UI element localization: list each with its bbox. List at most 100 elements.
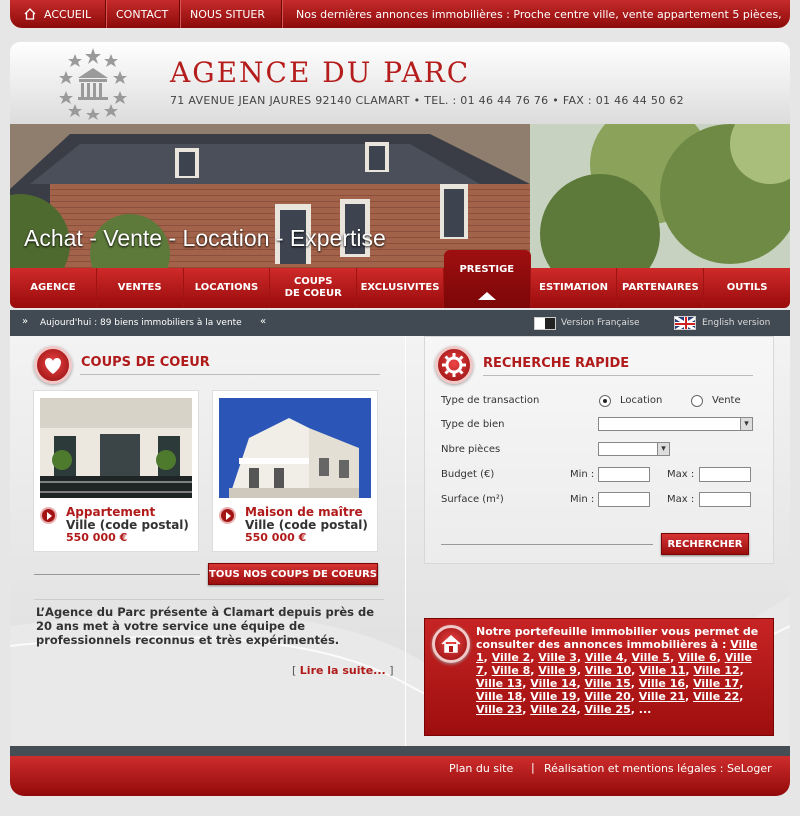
nav-contact-label: CONTACT	[116, 7, 169, 21]
city-link[interactable]: Ville 23	[476, 703, 522, 716]
french-flag-icon[interactable]	[534, 317, 556, 330]
footer: Plan du site | Réalisation et mentions l…	[10, 756, 790, 796]
property-type[interactable]: Appartement	[66, 505, 155, 519]
nav-prestige[interactable]: PRESTIGE	[443, 250, 531, 308]
property-city: Ville (code postal)	[245, 518, 368, 532]
budget-min-input[interactable]	[598, 467, 650, 482]
sitemap-link[interactable]: Plan du site	[449, 762, 513, 775]
hero-banner: Achat - Vente - Location - Expertise	[10, 124, 790, 269]
nav-estimation[interactable]: ESTIMATION	[531, 268, 618, 308]
city-link[interactable]: Ville 24	[530, 703, 576, 716]
property-card[interactable]: Appartement Ville (code postal) 550 000 …	[33, 390, 199, 552]
bien-label: Type de bien	[441, 419, 505, 430]
nav-partenaires[interactable]: PARTENAIRES	[617, 268, 705, 308]
city-link[interactable]: Ville 5	[632, 651, 671, 664]
lang-french-link[interactable]: Version Française	[561, 318, 640, 328]
arrow-right-icon[interactable]	[219, 507, 236, 524]
portfolio-intro: Notre portefeuille immobilier vous perme…	[476, 625, 759, 651]
surface-min-label: Min :	[570, 494, 595, 505]
nav-locations[interactable]: LOCATIONS	[184, 268, 271, 308]
property-type[interactable]: Maison de maître	[245, 505, 363, 519]
city-link[interactable]: Ville 18	[476, 690, 522, 703]
property-card[interactable]: Maison de maître Ville (code postal) 550…	[212, 390, 378, 552]
city-link[interactable]: Ville 17	[693, 677, 739, 690]
property-photo[interactable]	[40, 398, 192, 498]
surface-min-input[interactable]	[598, 492, 650, 507]
brand-title[interactable]: AGENCE DU PARC	[170, 56, 470, 89]
coups-de-coeur-section: COUPS DE COEUR Appartement Ville (code p…	[10, 336, 406, 746]
city-link[interactable]: Ville 2	[492, 651, 531, 664]
read-more-link[interactable]: [ Lire la suite... ]	[292, 664, 394, 677]
double-chevron-left-icon[interactable]: «	[260, 316, 266, 327]
city-link[interactable]: Ville 10	[585, 664, 631, 677]
city-link[interactable]: Ville 4	[585, 651, 624, 664]
listings-count-text: Aujourd'hui : 89 biens immobiliers à la …	[40, 318, 242, 328]
city-link[interactable]: Ville 19	[530, 690, 576, 703]
all-coups-button[interactable]: TOUS NOS COUPS DE COEURS	[208, 563, 378, 585]
nav-home[interactable]: ACCUEIL	[10, 0, 106, 28]
city-link[interactable]: Ville 13	[476, 677, 522, 690]
nav-estimation-label: ESTIMATION	[539, 282, 609, 293]
search-button[interactable]: RECHERCHER	[661, 533, 749, 555]
nav-partenaires-label: PARTENAIRES	[622, 282, 699, 293]
city-link[interactable]: Ville 14	[530, 677, 576, 690]
radio-vente-label[interactable]: Vente	[712, 395, 741, 406]
city-link[interactable]: Ville 3	[538, 651, 577, 664]
city-link[interactable]: Ville 11	[639, 664, 685, 677]
nav-outils[interactable]: OUTILS	[704, 268, 790, 308]
city-link[interactable]: Ville 21	[639, 690, 685, 703]
city-link[interactable]: Ville 20	[585, 690, 631, 703]
nav-contact[interactable]: CONTACT	[106, 0, 180, 28]
radio-location-label[interactable]: Location	[620, 395, 662, 406]
footer-divider	[10, 746, 790, 756]
legal-link[interactable]: Réalisation et mentions légales : SeLoge…	[544, 762, 772, 775]
budget-max-input[interactable]	[699, 467, 751, 482]
logo-emblem-icon[interactable]	[58, 46, 128, 120]
house-icon	[432, 625, 470, 663]
main-navigation: AGENCE VENTES LOCATIONS COUPS DE COEUR E…	[10, 250, 790, 308]
agency-intro-text: L’Agence du Parc présente à Clamart depu…	[36, 605, 375, 647]
property-city: Ville (code postal)	[66, 518, 189, 532]
city-link[interactable]: Ville 15	[585, 677, 631, 690]
city-link[interactable]: Ville 16	[639, 677, 685, 690]
nav-agence[interactable]: AGENCE	[10, 268, 97, 308]
portfolio-box: Notre portefeuille immobilier vous perme…	[424, 618, 774, 736]
heart-icon	[34, 346, 72, 384]
transaction-label: Type de transaction	[441, 395, 540, 406]
nav-ventes[interactable]: VENTES	[97, 268, 184, 308]
radio-vente[interactable]	[691, 395, 703, 407]
city-link[interactable]: Ville 12	[693, 664, 739, 677]
main-content: COUPS DE COEUR Appartement Ville (code p…	[10, 336, 790, 746]
radio-location[interactable]	[599, 395, 611, 407]
surface-max-label: Max :	[667, 494, 695, 505]
bien-select[interactable]	[598, 417, 753, 431]
city-link[interactable]: Ville 6	[678, 651, 717, 664]
city-link[interactable]: Ville 22	[693, 690, 739, 703]
agency-address: 71 AVENUE JEAN JAURES 92140 CLAMART • TE…	[170, 94, 684, 107]
nav-exclusivites-label: EXCLUSIVITES	[360, 282, 440, 293]
nav-exclusivites[interactable]: EXCLUSIVITES	[357, 268, 444, 308]
property-price: 550 000 €	[245, 531, 307, 544]
nav-coups-de-coeur[interactable]: COUPS DE COEUR	[270, 268, 358, 308]
city-ellipsis: ...	[634, 703, 652, 716]
nav-locations-label: LOCATIONS	[194, 282, 259, 293]
property-photo[interactable]	[219, 398, 371, 498]
surface-max-input[interactable]	[699, 492, 751, 507]
arrow-right-icon[interactable]	[40, 507, 57, 524]
nav-locate[interactable]: NOUS SITUER	[180, 0, 282, 28]
budget-min-label: Min :	[570, 469, 595, 480]
coups-title: COUPS DE COEUR	[81, 355, 210, 370]
city-link[interactable]: Ville 9	[538, 664, 577, 677]
news-ticker[interactable]: Nos dernières annonces immobilières : Pr…	[296, 8, 782, 21]
portfolio-text: Notre portefeuille immobilier vous perme…	[476, 625, 766, 716]
city-link[interactable]: Ville 25	[585, 703, 631, 716]
nav-home-label: ACCUEIL	[44, 7, 92, 21]
nav-prestige-label: PRESTIGE	[459, 264, 515, 275]
pieces-select[interactable]	[598, 442, 670, 456]
read-more-label[interactable]: Lire la suite...	[300, 664, 386, 677]
header: AGENCE DU PARC 71 AVENUE JEAN JAURES 921…	[10, 42, 790, 124]
home-icon	[24, 8, 36, 20]
city-link[interactable]: Ville 8	[492, 664, 531, 677]
lang-english-link[interactable]: English version	[702, 318, 770, 328]
uk-flag-icon[interactable]	[674, 316, 696, 330]
